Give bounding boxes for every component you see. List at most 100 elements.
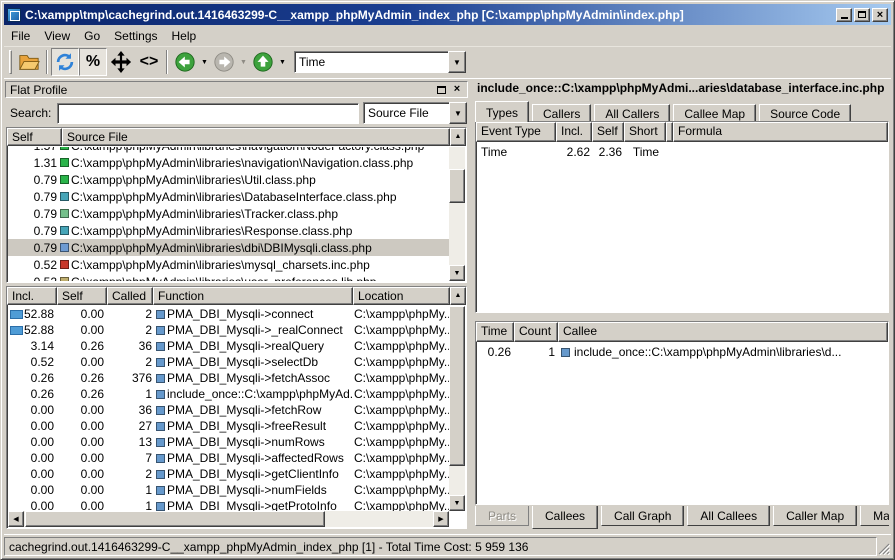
tab-callers[interactable]: Callers: [532, 104, 591, 122]
menu-item-file[interactable]: File: [4, 27, 37, 45]
expand-width-button[interactable]: <>: [135, 48, 163, 76]
tab-machine[interactable]: Machine: [860, 506, 889, 526]
menu-item-settings[interactable]: Settings: [107, 27, 164, 45]
scroll-left-icon[interactable]: ◀: [8, 511, 24, 527]
function-table-vscrollbar[interactable]: ▼: [449, 306, 465, 511]
scroll-right-icon[interactable]: ▶: [433, 511, 449, 527]
source-file-row[interactable]: 0.79C:\xampp\phpMyAdmin\libraries\Tracke…: [8, 205, 449, 222]
forward-dropdown[interactable]: ▼: [238, 48, 249, 76]
column-header-incl[interactable]: Incl.: [556, 122, 592, 142]
column-header-formula[interactable]: Formula: [673, 122, 888, 142]
source-file-row[interactable]: 0.52C:\xampp\phpMyAdmin\libraries\mysql_…: [8, 256, 449, 273]
incl-cell: 0.26: [8, 371, 58, 385]
function-row[interactable]: 3.140.2636PMA_DBI_Mysqli->realQueryC:\xa…: [8, 338, 449, 354]
event-type-selector[interactable]: Time ▼: [294, 51, 466, 73]
incl-value: 52.88: [24, 323, 54, 337]
function-row[interactable]: 0.000.0027PMA_DBI_Mysqli->freeResultC:\x…: [8, 418, 449, 434]
tab-callees[interactable]: Callees: [532, 506, 598, 529]
source-file-row[interactable]: 0.79C:\xampp\phpMyAdmin\libraries\dbi\DB…: [8, 239, 449, 256]
source-file-row[interactable]: 0.79C:\xampp\phpMyAdmin\libraries\Databa…: [8, 188, 449, 205]
dock-title-bar[interactable]: Flat Profile ×: [5, 81, 468, 98]
function-row[interactable]: 52.880.002PMA_DBI_Mysqli->_realConnectC:…: [8, 322, 449, 338]
menu-item-go[interactable]: Go: [77, 27, 107, 45]
event-type-cell: Time: [477, 145, 557, 159]
expand-all-button[interactable]: [107, 48, 135, 76]
float-button[interactable]: [435, 84, 447, 95]
tab-all-callees[interactable]: All Callees: [687, 506, 770, 526]
minimize-button[interactable]: [836, 8, 852, 22]
scroll-down-icon[interactable]: ▼: [449, 265, 465, 281]
source-table-vscrollbar[interactable]: ▼: [449, 147, 465, 281]
dock-close-button[interactable]: ×: [451, 84, 463, 95]
table-row[interactable]: Time 2.62 2.36 Time: [477, 143, 887, 161]
tab-all-callers[interactable]: All Callers: [594, 104, 670, 122]
toolbar-handle[interactable]: [9, 50, 12, 74]
column-header-time[interactable]: Time: [476, 322, 514, 342]
scroll-up-icon[interactable]: ▲: [450, 287, 466, 305]
column-header-callee[interactable]: Callee: [558, 322, 888, 342]
tab-parts[interactable]: Parts: [475, 506, 529, 526]
back-dropdown[interactable]: ▼: [199, 48, 210, 76]
column-header-source-file[interactable]: Source File: [62, 128, 450, 146]
forward-button[interactable]: [210, 48, 238, 76]
function-row[interactable]: 0.000.002PMA_DBI_Mysqli->getClientInfoC:…: [8, 466, 449, 482]
tab-call-graph[interactable]: Call Graph: [601, 506, 684, 526]
source-file-row[interactable]: 0.79C:\xampp\phpMyAdmin\libraries\Respon…: [8, 222, 449, 239]
back-button[interactable]: [171, 48, 199, 76]
function-row[interactable]: 0.000.007PMA_DBI_Mysqli->affectedRowsC:\…: [8, 450, 449, 466]
menu-item-help[interactable]: Help: [165, 27, 204, 45]
called-cell: 2: [108, 467, 154, 481]
table-row[interactable]: 0.26 1 include_once::C:\xampp\phpMyAdmin…: [477, 343, 887, 361]
scrollbar-thumb[interactable]: [449, 306, 465, 466]
group-by-dropdown-button[interactable]: ▼: [449, 102, 467, 124]
column-header-incl[interactable]: Incl.: [7, 287, 57, 305]
function-row[interactable]: 0.000.0036PMA_DBI_Mysqli->fetchRowC:\xam…: [8, 402, 449, 418]
cycle-grouping-button[interactable]: [51, 48, 79, 76]
column-header-self[interactable]: Self: [7, 128, 62, 146]
maximize-button[interactable]: [854, 8, 870, 22]
scroll-down-icon[interactable]: ▼: [449, 495, 465, 511]
tab-types[interactable]: Types: [475, 101, 529, 122]
up-button[interactable]: [249, 48, 277, 76]
column-header-called[interactable]: Called: [107, 287, 153, 305]
column-header-self[interactable]: Self: [592, 122, 624, 142]
title-bar[interactable]: C:\xampp\tmp\cachegrind.out.1416463299-C…: [4, 4, 891, 25]
relative-percent-button[interactable]: %: [79, 48, 107, 76]
open-file-button[interactable]: [15, 48, 43, 76]
source-file-row[interactable]: 0.79C:\xampp\phpMyAdmin\libraries\Util.c…: [8, 171, 449, 188]
source-file-row[interactable]: 0.52C:\xampp\phpMyAdmin\libraries\user_p…: [8, 273, 449, 281]
menu-item-view[interactable]: View: [37, 27, 77, 45]
function-row[interactable]: 52.880.002PMA_DBI_Mysqli->connectC:\xamp…: [8, 306, 449, 322]
search-input[interactable]: [57, 103, 359, 124]
function-row[interactable]: 0.260.26376PMA_DBI_Mysqli->fetchAssocC:\…: [8, 370, 449, 386]
scrollbar-thumb[interactable]: [449, 169, 465, 203]
group-by-selector[interactable]: Source File ▼: [363, 102, 467, 124]
function-row[interactable]: 0.520.002PMA_DBI_Mysqli->selectDbC:\xamp…: [8, 354, 449, 370]
up-dropdown[interactable]: ▼: [277, 48, 288, 76]
tab-source-code[interactable]: Source Code: [759, 104, 851, 122]
function-icon: [561, 348, 570, 357]
source-file-row[interactable]: 1.31C:\xampp\phpMyAdmin\libraries\naviga…: [8, 154, 449, 171]
function-table-hscrollbar[interactable]: ◀ ▶: [8, 511, 449, 527]
scroll-up-icon[interactable]: ▲: [450, 128, 466, 146]
column-header-short[interactable]: Short: [624, 122, 666, 142]
function-row[interactable]: 0.000.0013PMA_DBI_Mysqli->numRowsC:\xamp…: [8, 434, 449, 450]
column-header-function[interactable]: Function: [153, 287, 353, 305]
function-cell: include_once::C:\xampp\phpMyAd...: [154, 387, 354, 401]
location-cell: C:\xampp\phpMy...: [354, 307, 449, 321]
source-file-row[interactable]: 1.57C:\xampp\phpMyAdmin\libraries\naviga…: [8, 147, 449, 154]
tab-caller-map[interactable]: Caller Map: [773, 506, 857, 526]
column-header-location[interactable]: Location: [353, 287, 450, 305]
column-header-event-type[interactable]: Event Type: [476, 122, 556, 142]
close-button[interactable]: ×: [872, 8, 888, 22]
tab-callee-map[interactable]: Callee Map: [673, 104, 756, 122]
column-header-self[interactable]: Self: [57, 287, 107, 305]
event-type-dropdown-button[interactable]: ▼: [448, 51, 466, 73]
column-header-count[interactable]: Count: [514, 322, 558, 342]
resize-grip[interactable]: [877, 537, 891, 556]
scrollbar-thumb[interactable]: [25, 511, 325, 527]
function-row[interactable]: 0.000.001PMA_DBI_Mysqli->numFieldsC:\xam…: [8, 482, 449, 498]
event-type-value: Time: [294, 51, 449, 73]
function-row[interactable]: 0.000.001PMA_DBI_Mysqli->getProtoInfoC:\…: [8, 498, 449, 511]
function-row[interactable]: 0.260.261include_once::C:\xampp\phpMyAd.…: [8, 386, 449, 402]
